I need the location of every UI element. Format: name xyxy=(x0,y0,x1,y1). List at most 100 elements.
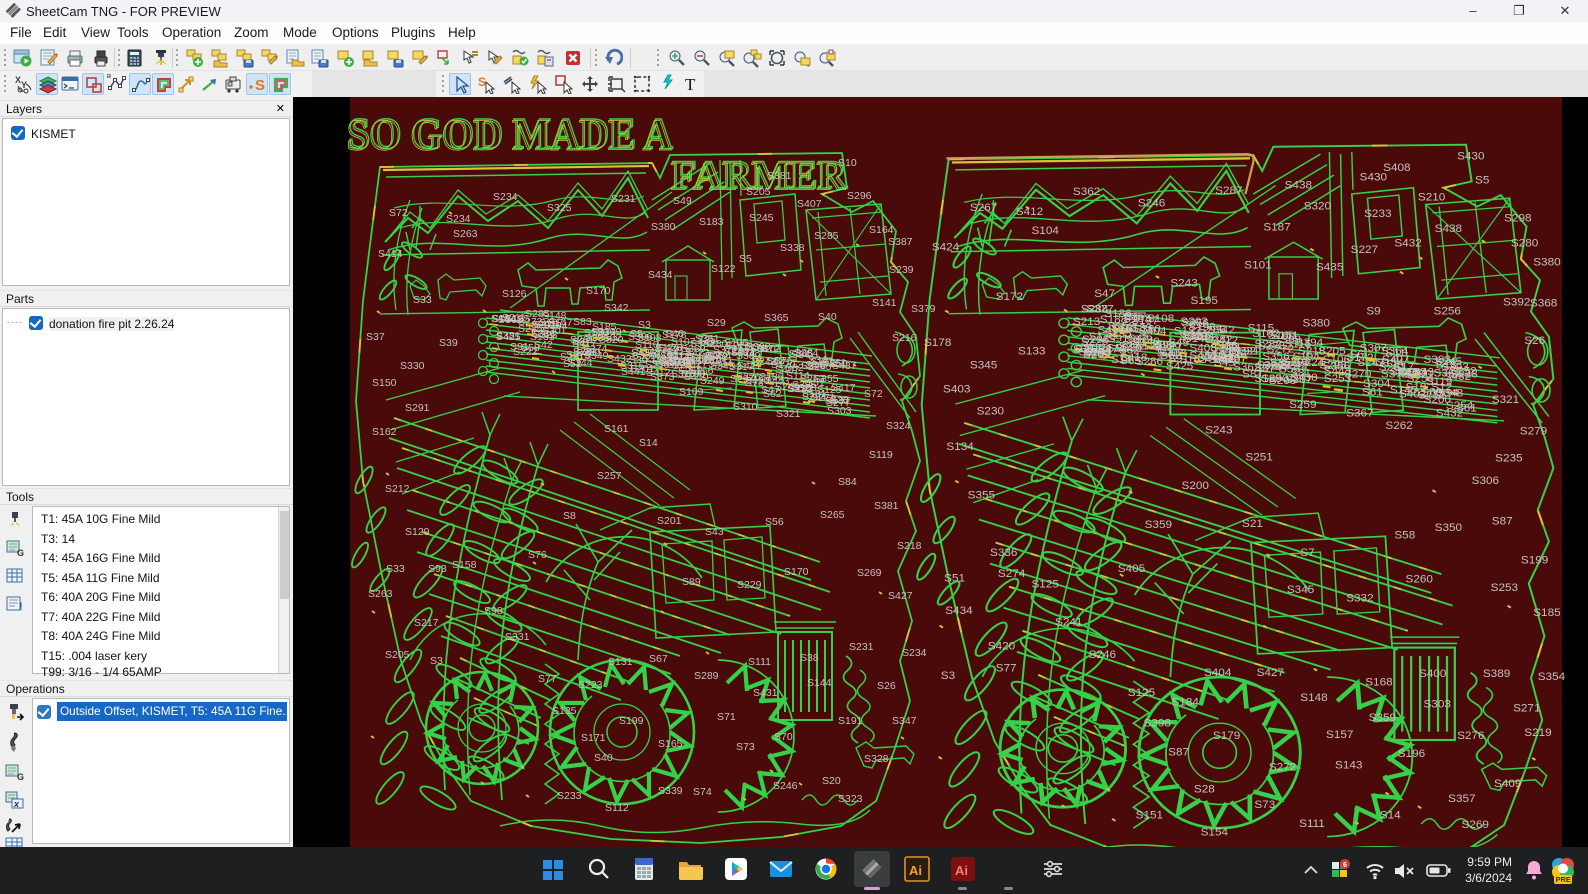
svg-text:S320: S320 xyxy=(1304,201,1331,213)
svg-text:S245: S245 xyxy=(749,212,774,224)
svg-text:S30: S30 xyxy=(1073,344,1094,356)
svg-text:S380: S380 xyxy=(1303,318,1330,330)
svg-text:S259: S259 xyxy=(1289,399,1316,411)
svg-text:S280: S280 xyxy=(703,338,728,350)
svg-text:S355: S355 xyxy=(968,490,995,502)
svg-text:S5: S5 xyxy=(1475,175,1489,187)
svg-text:S199: S199 xyxy=(1521,555,1548,567)
svg-text:S296: S296 xyxy=(847,190,872,202)
svg-text:S6: S6 xyxy=(1350,349,1364,361)
svg-text:S229: S229 xyxy=(737,579,762,591)
svg-text:S332: S332 xyxy=(1346,593,1373,605)
svg-text:S9: S9 xyxy=(1366,306,1380,318)
svg-text:S403: S403 xyxy=(943,384,970,396)
svg-text:S327: S327 xyxy=(683,358,708,370)
svg-text:S216: S216 xyxy=(892,332,917,344)
svg-text:S71: S71 xyxy=(717,711,736,723)
svg-text:S196: S196 xyxy=(1398,748,1425,760)
svg-text:S228: S228 xyxy=(1450,369,1477,381)
svg-text:S72: S72 xyxy=(864,388,883,400)
svg-text:S187: S187 xyxy=(1263,222,1290,234)
svg-text:S144: S144 xyxy=(807,677,832,689)
svg-text:S84: S84 xyxy=(838,476,857,488)
svg-text:S409: S409 xyxy=(1494,779,1521,791)
svg-text:S342: S342 xyxy=(604,302,629,314)
svg-text:S269: S269 xyxy=(857,567,882,579)
svg-text:S199: S199 xyxy=(619,715,644,727)
svg-text:S408: S408 xyxy=(1383,162,1410,174)
svg-text:S286: S286 xyxy=(1136,356,1163,368)
svg-text:S271: S271 xyxy=(1513,703,1540,715)
svg-text:S185: S185 xyxy=(1533,607,1560,619)
svg-text:S306: S306 xyxy=(1472,475,1499,487)
svg-text:S43: S43 xyxy=(705,526,724,538)
svg-text:S272: S272 xyxy=(1269,762,1296,774)
svg-text:S170: S170 xyxy=(784,566,809,578)
svg-text:S150: S150 xyxy=(372,377,397,389)
svg-text:S218: S218 xyxy=(897,540,922,552)
svg-text:S131: S131 xyxy=(608,656,633,668)
svg-text:S51: S51 xyxy=(944,573,965,585)
svg-text:S210: S210 xyxy=(1418,192,1445,204)
svg-text:S219: S219 xyxy=(1524,727,1551,739)
svg-text:S125: S125 xyxy=(1128,687,1155,699)
svg-text:S14: S14 xyxy=(639,437,658,449)
svg-text:S414: S414 xyxy=(378,248,403,260)
svg-text:S438: S438 xyxy=(1435,223,1462,235)
svg-text:S243: S243 xyxy=(1170,278,1197,290)
svg-text:S323: S323 xyxy=(838,793,863,805)
svg-text:S8: S8 xyxy=(563,510,576,522)
svg-text:S430: S430 xyxy=(1457,151,1484,163)
svg-text:S40: S40 xyxy=(594,752,613,764)
svg-text:S218: S218 xyxy=(1298,346,1325,358)
svg-text:x: x xyxy=(13,799,20,809)
svg-text:S148: S148 xyxy=(1300,692,1327,704)
svg-text:S87: S87 xyxy=(1492,516,1513,528)
svg-text:S104: S104 xyxy=(1031,225,1058,237)
svg-text:S89: S89 xyxy=(682,576,701,588)
svg-text:S46: S46 xyxy=(665,328,684,340)
svg-text:S227: S227 xyxy=(1351,244,1378,256)
svg-text:S168: S168 xyxy=(1365,677,1392,689)
svg-text:S47: S47 xyxy=(1094,288,1115,300)
svg-text:S125: S125 xyxy=(817,384,842,396)
svg-text:S245: S245 xyxy=(1435,356,1462,368)
svg-text:S293: S293 xyxy=(1262,361,1289,373)
svg-text:S389: S389 xyxy=(1483,668,1510,680)
svg-text:S336: S336 xyxy=(990,548,1017,560)
svg-text:S251: S251 xyxy=(1245,452,1272,464)
svg-text:S438: S438 xyxy=(1285,180,1312,192)
svg-text:S367: S367 xyxy=(1346,408,1373,420)
svg-text:S119: S119 xyxy=(869,449,893,461)
svg-text:S377: S377 xyxy=(1086,304,1113,316)
svg-text:S425: S425 xyxy=(1166,361,1193,373)
svg-text:S435: S435 xyxy=(1316,262,1343,274)
svg-text:S20: S20 xyxy=(822,775,841,787)
svg-text:S330: S330 xyxy=(400,360,425,372)
svg-text:S77: S77 xyxy=(996,663,1017,675)
svg-text:S62: S62 xyxy=(766,355,785,367)
svg-text:S93: S93 xyxy=(428,563,447,575)
svg-text:6: 6 xyxy=(1343,862,1347,869)
svg-text:S272: S272 xyxy=(1267,344,1294,356)
svg-text:S7: S7 xyxy=(1300,548,1314,560)
svg-text:S178: S178 xyxy=(924,338,951,350)
svg-text:S345: S345 xyxy=(1287,584,1314,596)
svg-text:S57: S57 xyxy=(1126,311,1147,323)
svg-text:S331: S331 xyxy=(505,631,530,643)
svg-text:S368: S368 xyxy=(1530,298,1557,310)
svg-text:S231: S231 xyxy=(849,641,874,653)
svg-text:S171: S171 xyxy=(581,732,606,744)
svg-text:S33: S33 xyxy=(386,563,405,575)
svg-text:S176: S176 xyxy=(655,342,680,354)
svg-text:S39: S39 xyxy=(439,337,458,349)
svg-text:S130: S130 xyxy=(584,327,609,339)
svg-text:S126: S126 xyxy=(502,288,527,300)
svg-text:S263: S263 xyxy=(453,228,478,240)
svg-text:S3: S3 xyxy=(430,655,443,667)
svg-text:Ai: Ai xyxy=(909,863,922,878)
svg-text:S14: S14 xyxy=(1380,810,1401,822)
svg-text:S: S xyxy=(478,75,486,89)
svg-text:S165: S165 xyxy=(658,738,683,750)
svg-text:S171: S171 xyxy=(810,356,835,368)
